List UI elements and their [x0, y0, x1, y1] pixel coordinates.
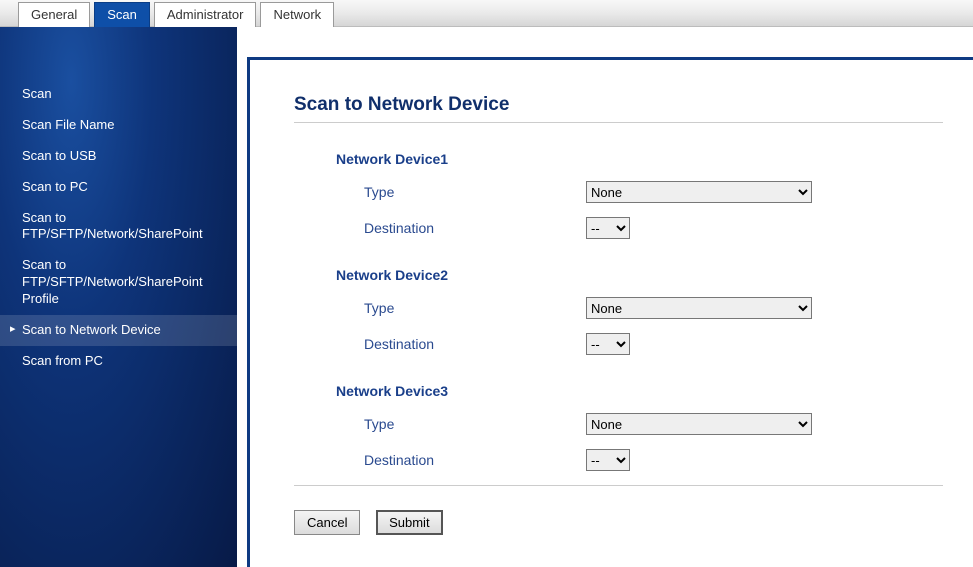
group-title-1: Network Device1	[336, 151, 943, 167]
label-destination-1: Destination	[364, 220, 586, 236]
row-type-1: Type None	[364, 181, 943, 203]
sidebar-item-scan-to-pc[interactable]: Scan to PC	[0, 172, 237, 203]
group-title-2: Network Device2	[336, 267, 943, 283]
cancel-button[interactable]: Cancel	[294, 510, 360, 535]
select-type-2[interactable]: None	[586, 297, 812, 319]
tab-network[interactable]: Network	[260, 2, 334, 27]
content-wrap: Scan to Network Device Network Device1 T…	[237, 27, 973, 567]
content-panel: Scan to Network Device Network Device1 T…	[247, 57, 973, 567]
tab-general[interactable]: General	[18, 2, 90, 27]
tab-administrator[interactable]: Administrator	[154, 2, 257, 27]
row-destination-1: Destination --	[364, 217, 943, 239]
label-type-2: Type	[364, 300, 586, 316]
select-destination-2[interactable]: --	[586, 333, 630, 355]
title-divider	[294, 122, 943, 123]
label-destination-3: Destination	[364, 452, 586, 468]
page-title: Scan to Network Device	[294, 94, 943, 116]
row-destination-3: Destination --	[364, 449, 943, 471]
label-destination-2: Destination	[364, 336, 586, 352]
button-row: Cancel Submit	[294, 485, 943, 535]
select-type-1[interactable]: None	[586, 181, 812, 203]
sidebar-item-scan-to-ftp-sftp-network-sharepoint-profile[interactable]: Scan to FTP/SFTP/Network/SharePoint Prof…	[0, 250, 237, 315]
sidebar-item-scan-to-usb[interactable]: Scan to USB	[0, 141, 237, 172]
main-area: Scan Scan File Name Scan to USB Scan to …	[0, 27, 973, 567]
sidebar: Scan Scan File Name Scan to USB Scan to …	[0, 27, 237, 567]
top-tab-bar: General Scan Administrator Network	[0, 0, 973, 27]
sidebar-item-scan-file-name[interactable]: Scan File Name	[0, 110, 237, 141]
submit-button[interactable]: Submit	[376, 510, 442, 535]
row-destination-2: Destination --	[364, 333, 943, 355]
label-type-3: Type	[364, 416, 586, 432]
select-destination-1[interactable]: --	[586, 217, 630, 239]
sidebar-item-scan-to-ftp-sftp-network-sharepoint[interactable]: Scan to FTP/SFTP/Network/SharePoint	[0, 203, 237, 251]
tab-scan[interactable]: Scan	[94, 2, 150, 27]
sidebar-item-scan-from-pc[interactable]: Scan from PC	[0, 346, 237, 377]
select-type-3[interactable]: None	[586, 413, 812, 435]
label-type-1: Type	[364, 184, 586, 200]
select-destination-3[interactable]: --	[586, 449, 630, 471]
row-type-2: Type None	[364, 297, 943, 319]
group-title-3: Network Device3	[336, 383, 943, 399]
sidebar-item-scan[interactable]: Scan	[0, 79, 237, 110]
row-type-3: Type None	[364, 413, 943, 435]
sidebar-item-scan-to-network-device[interactable]: Scan to Network Device	[0, 315, 237, 346]
